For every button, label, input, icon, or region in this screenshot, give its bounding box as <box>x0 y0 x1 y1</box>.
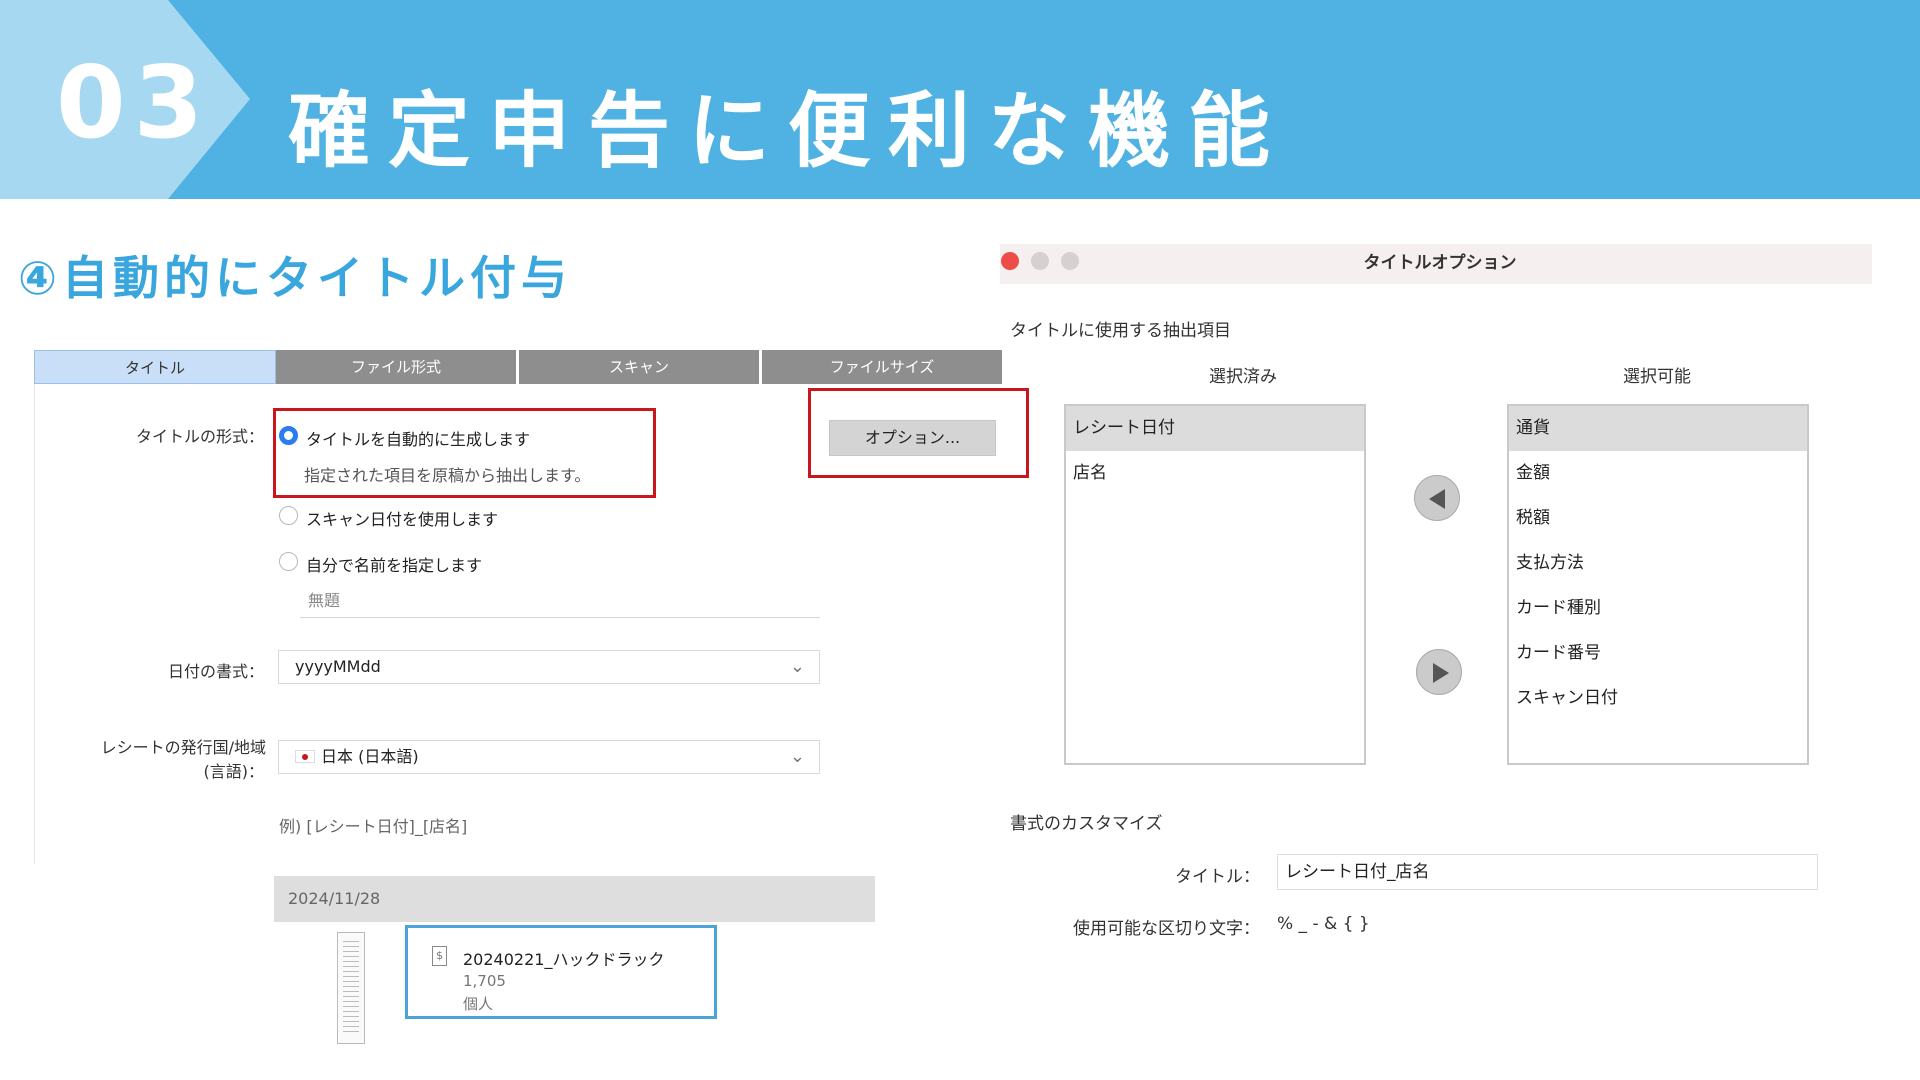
list-item[interactable]: カード種別 <box>1509 586 1807 631</box>
header-title: 確定申告に便利な機能 <box>288 84 1289 179</box>
customize-heading: 書式のカスタマイズ <box>1010 814 1163 834</box>
option-auto-description: 指定された項目を原稿から抽出します。 <box>304 466 591 485</box>
list-item[interactable]: カード番号 <box>1509 631 1807 676</box>
document-card[interactable]: $ 20240221_ハックドラック 1,705 個人 <box>405 925 717 1019</box>
move-left-button[interactable] <box>1414 475 1460 521</box>
list-item[interactable]: 支払方法 <box>1509 541 1807 586</box>
date-format-value: yyyyMMdd <box>295 657 381 676</box>
chevron-down-icon: ⌄ <box>789 656 805 677</box>
available-list[interactable]: 通貨 金額 税額 支払方法 カード種別 カード番号 スキャン日付 <box>1507 404 1809 765</box>
options-button[interactable]: オプション... <box>829 420 996 456</box>
custom-name-field[interactable]: 無題 <box>300 588 820 618</box>
tab-scan[interactable]: スキャン <box>519 350 762 384</box>
selected-list[interactable]: レシート日付 店名 <box>1064 404 1366 765</box>
section-number: 03 <box>56 44 212 161</box>
list-item[interactable]: 税額 <box>1509 496 1807 541</box>
tab-title[interactable]: タイトル <box>34 350 276 384</box>
receipt-icon: $ <box>432 946 447 966</box>
available-heading: 選択可能 <box>1623 367 1691 387</box>
list-item[interactable]: 金額 <box>1509 451 1807 496</box>
document-amount: 1,705 <box>463 972 506 990</box>
list-item[interactable]: レシート日付 <box>1066 406 1364 451</box>
separator-value: % _ - & { } <box>1277 914 1370 934</box>
radio-scan-date[interactable] <box>279 506 298 525</box>
japan-flag-icon <box>295 750 315 763</box>
tab-file-size[interactable]: ファイルサイズ <box>762 350 1002 384</box>
radio-custom-name[interactable] <box>279 552 298 571</box>
region-value: 日本 (日本語) <box>321 747 419 766</box>
option-auto-label: タイトルを自動的に生成します <box>306 430 531 449</box>
slide: 03 確定申告に便利な機能 ④自動的にタイトル付与 タイトル ファイル形式 スキ… <box>0 0 1920 1080</box>
triangle-right-icon <box>1433 663 1449 683</box>
region-label-line1: レシートの発行国/地域 <box>100 738 266 757</box>
title-format-input[interactable]: レシート日付_店名 <box>1277 854 1818 890</box>
document-title: 20240221_ハックドラック <box>463 950 665 969</box>
date-format-select[interactable]: yyyyMMdd ⌄ <box>278 650 820 684</box>
chevron-down-icon: ⌄ <box>789 746 805 767</box>
list-item[interactable]: 通貨 <box>1509 406 1807 451</box>
region-label-line2: (言語)： <box>203 762 265 781</box>
header-band: 03 確定申告に便利な機能 <box>0 0 1920 199</box>
region-select[interactable]: 日本 (日本語) ⌄ <box>278 740 820 774</box>
list-item[interactable]: 店名 <box>1066 451 1364 496</box>
panel-divider <box>34 384 35 864</box>
list-item[interactable]: スキャン日付 <box>1509 676 1807 721</box>
triangle-left-icon <box>1429 489 1445 509</box>
document-category: 個人 <box>463 995 494 1013</box>
settings-tabs: タイトル ファイル形式 スキャン ファイルサイズ <box>34 350 1002 384</box>
tab-file-format[interactable]: ファイル形式 <box>276 350 519 384</box>
move-right-button[interactable] <box>1416 649 1462 695</box>
radio-auto-title[interactable] <box>279 426 298 445</box>
option-custom-label: 自分で名前を指定します <box>306 556 483 575</box>
preview-date-header: 2024/11/28 <box>274 876 875 922</box>
extraction-heading: タイトルに使用する抽出項目 <box>1010 321 1231 341</box>
option-scan-date-label: スキャン日付を使用します <box>306 510 499 529</box>
dialog-title: タイトルオプション <box>1363 253 1517 273</box>
selected-heading: 選択済み <box>1209 367 1277 387</box>
title-field-label: タイトル： <box>1175 867 1260 887</box>
title-format-label: タイトルの形式： <box>135 427 264 446</box>
title-example: 例) [レシート日付]_[店名] <box>279 817 468 836</box>
receipt-thumbnail[interactable] <box>337 932 365 1044</box>
section-title: ④自動的にタイトル付与 <box>18 251 572 305</box>
separator-label: 使用可能な区切り文字： <box>1073 919 1260 939</box>
date-format-label: 日付の書式： <box>167 662 264 681</box>
